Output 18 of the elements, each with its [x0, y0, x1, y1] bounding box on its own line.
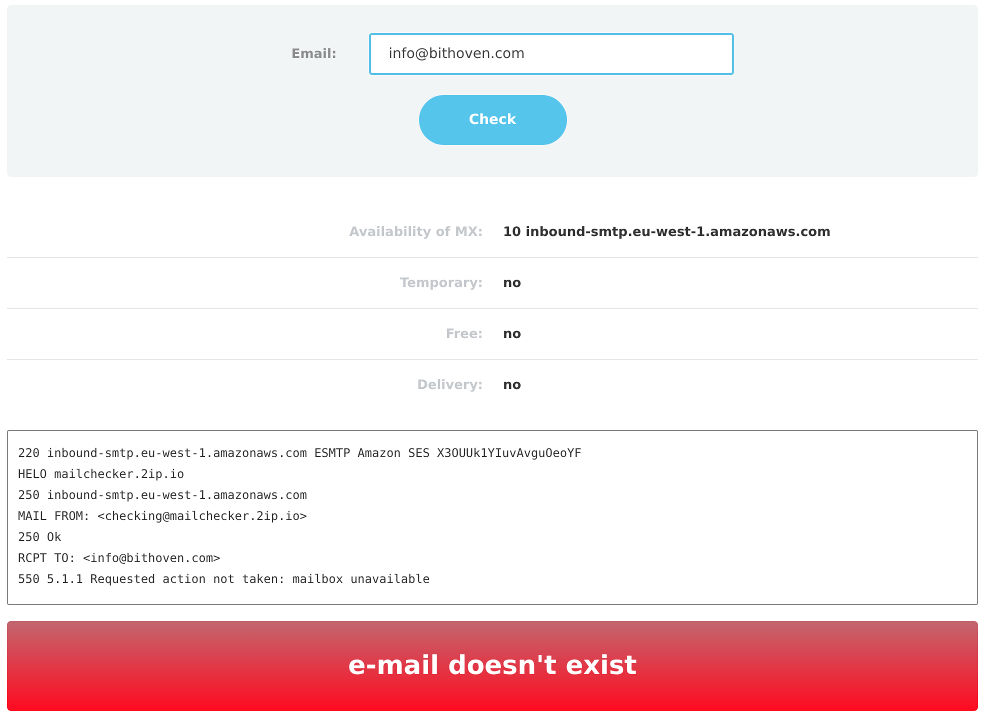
result-label: Availability of MX: — [348, 224, 483, 240]
log-line: 550 5.1.1 Requested action not taken: mailbox unavailable — [18, 571, 431, 588]
log-line: HELO mailchecker.2ip.io — [18, 466, 186, 483]
log-line: 250 inbound-smtp.eu-west-1.amazonaws.com — [18, 487, 308, 504]
result-label: Delivery: — [416, 378, 483, 392]
result-value: no — [503, 276, 522, 290]
result-label: Temporary: — [398, 276, 483, 290]
email-label: Email: — [291, 46, 337, 62]
verdict-banner: e-mail doesn't exist — [7, 621, 978, 711]
result-value: no — [503, 378, 522, 392]
log-line: MAIL FROM: <checking@mailchecker.2ip.io> — [18, 508, 308, 525]
log-line: RCPT TO: <info@bithoven.com> — [18, 550, 222, 567]
log-line: 220 inbound-smtp.eu-west-1.amazonaws.com ESMTP Amazon SES X3OUUk1YIuvAvguOeoYF — [18, 445, 583, 462]
email-input[interactable]: info@bithoven.com — [368, 33, 734, 75]
log-line: 250 Ok — [18, 529, 62, 546]
result-label: Free: — [444, 326, 483, 342]
result-value: 10 inbound-smtp.eu-west-1.amazonaws.com — [503, 224, 832, 240]
result-value: no — [503, 326, 522, 342]
